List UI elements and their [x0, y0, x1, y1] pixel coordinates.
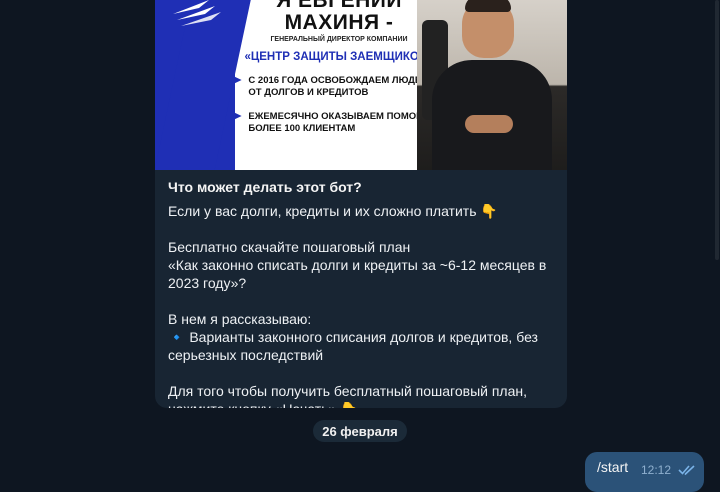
banner-name: Я ЕВГЕНИЙ МАХИНЯ -: [276, 0, 402, 34]
banner-image: Я ЕВГЕНИЙ МАХИНЯ - ГЕНЕРАЛЬНЫЙ ДИРЕКТОР …: [155, 0, 567, 170]
hands-shape: [465, 115, 513, 133]
scrollbar[interactable]: [714, 0, 720, 480]
banner-company: «ЦЕНТР ЗАЩИТЫ ЗАЕМЩИКОВ»: [244, 51, 434, 63]
message-paragraph: Для того чтобы получить бесплатный пошаг…: [168, 383, 528, 408]
message-time: 12:12: [641, 463, 672, 477]
company-logo-icon: [173, 0, 221, 26]
banner-role: ГЕНЕРАЛЬНЫЙ ДИРЕКТОР КОМПАНИИ: [270, 36, 408, 43]
message-paragraph: Бесплатно скачайте пошаговый план «Как з…: [168, 239, 547, 291]
outgoing-message-text: /start: [597, 459, 629, 475]
banner-point: ➤ ЕЖЕМЕСЯЧНО ОКАЗЫВАЕМ ПОМОЩЬ БОЛЕЕ 100 …: [229, 108, 439, 135]
scrollbar-thumb[interactable]: [715, 0, 719, 260]
banner-point: ➤ С 2016 ГОДА ОСВОБОЖДАЕМ ЛЮДЕЙ ОТ ДОЛГО…: [229, 72, 439, 99]
banner-text: Я ЕВГЕНИЙ МАХИНЯ - ГЕНЕРАЛЬНЫЙ ДИРЕКТОР …: [229, 0, 439, 135]
hair-shape: [465, 0, 511, 12]
message-title: Что может делать этот бот?: [168, 179, 362, 195]
arrow-bullet-icon: ➤: [229, 108, 243, 125]
bot-description-card: Я ЕВГЕНИЙ МАХИНЯ - ГЕНЕРАЛЬНЫЙ ДИРЕКТОР …: [155, 0, 567, 408]
director-photo: [417, 0, 567, 170]
message-paragraph: В нем я рассказываю: 🔹 Варианты законног…: [168, 311, 538, 363]
outgoing-message[interactable]: /start 12:12: [585, 452, 704, 492]
message-paragraph: Если у вас долги, кредиты и их сложно пл…: [168, 203, 498, 219]
arrow-bullet-icon: ➤: [229, 72, 243, 89]
banner-point-text: ЕЖЕМЕСЯЧНО ОКАЗЫВАЕМ ПОМОЩЬ БОЛЕЕ 100 КЛ…: [248, 111, 433, 134]
message-body: Что может делать этот бот? Если у вас до…: [168, 178, 560, 408]
banner-point-text: С 2016 ГОДА ОСВОБОЖДАЕМ ЛЮДЕЙ ОТ ДОЛГОВ …: [248, 75, 429, 98]
chat-area: Я ЕВГЕНИЙ МАХИНЯ - ГЕНЕРАЛЬНЫЙ ДИРЕКТОР …: [0, 0, 720, 492]
double-check-icon: [678, 465, 695, 476]
date-separator: 26 февраля: [313, 420, 407, 442]
